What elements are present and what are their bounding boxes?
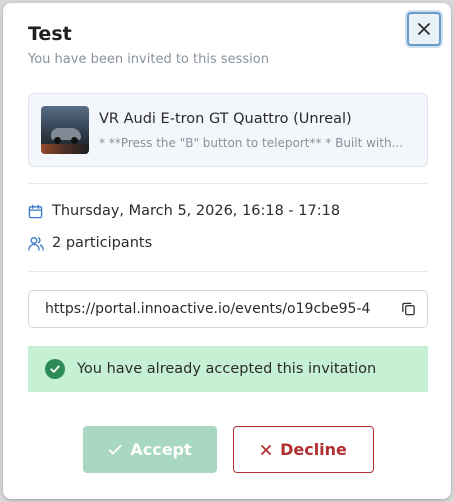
session-link-field[interactable]: https://portal.innoactive.io/events/o19c… (28, 290, 428, 328)
experience-name: VR Audi E-tron GT Quattro (Unreal) (99, 111, 352, 127)
experience-description: * **Press the "B" button to teleport** *… (99, 136, 404, 150)
decline-button[interactable]: Decline (233, 426, 374, 473)
dialog-title: Test (28, 23, 72, 45)
session-link-url[interactable]: https://portal.innoactive.io/events/o19c… (45, 301, 389, 317)
experience-card[interactable]: VR Audi E-tron GT Quattro (Unreal) * **P… (28, 93, 428, 167)
session-datetime: Thursday, March 5, 2026, 16:18 - 17:18 (52, 203, 341, 219)
close-icon (260, 444, 272, 456)
users-icon (28, 235, 44, 251)
invitation-dialog: Test You have been invited to this sessi… (3, 3, 451, 499)
participants-row: 2 participants (28, 235, 152, 251)
close-icon (418, 23, 430, 35)
copy-icon (402, 302, 415, 316)
accepted-status-alert: You have already accepted this invitatio… (28, 346, 428, 392)
close-button[interactable] (407, 12, 441, 46)
dialog-subtitle: You have been invited to this session (28, 52, 269, 67)
session-datetime-row: Thursday, March 5, 2026, 16:18 - 17:18 (28, 203, 340, 219)
status-message: You have already accepted this invitatio… (77, 361, 377, 377)
accept-button[interactable]: Accept (83, 426, 217, 473)
participants-count: 2 participants (52, 235, 153, 251)
divider (28, 271, 428, 272)
accept-label: Accept (130, 440, 192, 459)
divider (28, 183, 428, 184)
experience-thumbnail (41, 106, 89, 154)
decline-label: Decline (280, 440, 347, 459)
check-icon (108, 444, 122, 456)
calendar-icon (28, 203, 44, 219)
copy-link-button[interactable] (401, 301, 417, 317)
check-circle-icon (45, 359, 65, 379)
